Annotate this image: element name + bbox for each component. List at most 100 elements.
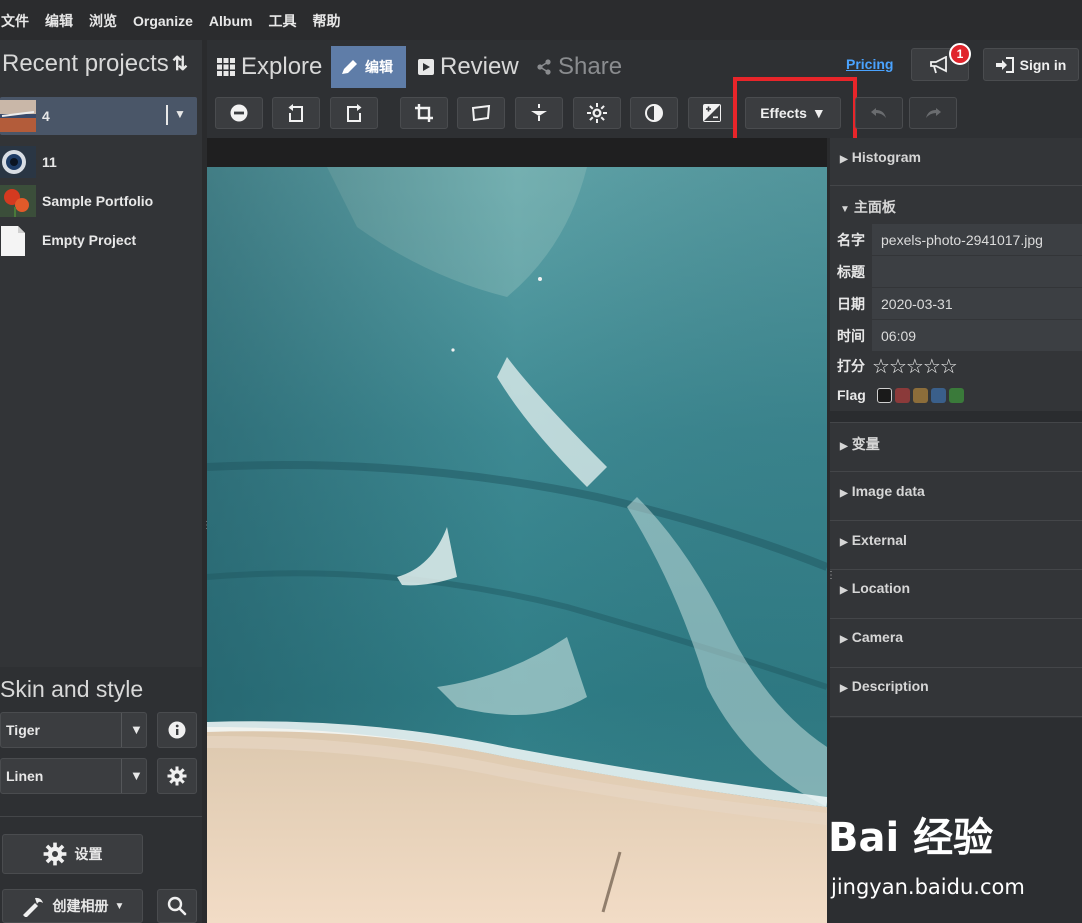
tab-share[interactable]: Share (536, 46, 622, 88)
level-button[interactable] (515, 97, 563, 129)
flag-swatch-3[interactable] (931, 387, 946, 403)
section-camera[interactable]: ▶ Camera (830, 619, 1082, 668)
name-value[interactable]: pexels-photo-2941017.jpg (872, 224, 1082, 255)
triangle-down-icon: ▼ (840, 204, 850, 215)
chevron-down-icon: ▼ (130, 768, 143, 783)
search-button[interactable] (157, 889, 197, 923)
title-value[interactable] (872, 256, 1082, 287)
style-select[interactable]: Linen ▼ (0, 758, 147, 794)
flag-swatch-4[interactable] (949, 387, 964, 403)
field-time: 时间 06:09 (830, 320, 1082, 352)
gear-icon (167, 766, 187, 786)
gear-icon (43, 842, 66, 866)
pricing-link[interactable]: Pricing (846, 56, 893, 72)
triangle-right-icon: ▶ (840, 537, 848, 548)
menu-album[interactable]: Album (201, 0, 261, 28)
magic-wand-icon (22, 897, 43, 917)
menu-file[interactable]: 文件 (0, 0, 37, 28)
share-icon (537, 59, 551, 75)
section-location[interactable]: ▶ Location (830, 570, 1082, 619)
straighten-icon (471, 105, 491, 121)
date-value[interactable]: 2020-03-31 (872, 288, 1082, 319)
rotate-left-button[interactable] (272, 97, 320, 129)
flag-swatch-2[interactable] (913, 387, 928, 403)
chevron-down-icon: ▼ (130, 722, 143, 737)
splitter-handle-icon[interactable]: ⋮ (826, 570, 836, 592)
tab-review[interactable]: Review (418, 46, 519, 88)
star-icon[interactable]: ☆ (872, 356, 890, 378)
time-value[interactable]: 06:09 (872, 320, 1082, 351)
undo-button[interactable] (855, 97, 903, 129)
beach-aerial-photo (207, 167, 827, 923)
rating-stars[interactable]: ☆☆☆☆☆ (872, 354, 958, 379)
annotation-highlight-box (733, 77, 857, 144)
skin-select[interactable]: Tiger ▼ (0, 712, 147, 748)
photo-preview[interactable] (207, 167, 827, 923)
flag-swatch-1[interactable] (895, 387, 910, 403)
viewer-top-strip (207, 138, 827, 167)
star-icon[interactable]: ☆ (889, 356, 907, 378)
flag-swatch-0[interactable] (877, 387, 892, 403)
menu-edit[interactable]: 编辑 (37, 0, 81, 28)
crop-button[interactable] (400, 97, 448, 129)
rotate-right-button[interactable] (330, 97, 378, 129)
section-histogram[interactable]: ▶ Histogram (830, 138, 1082, 186)
section-variables[interactable]: ▶ 变量 (830, 423, 1082, 472)
section-description[interactable]: ▶ Description (830, 668, 1082, 717)
tab-explore[interactable]: Explore (217, 46, 322, 88)
project-name: Empty Project (42, 232, 137, 248)
style-settings-button[interactable] (157, 758, 197, 794)
project-item[interactable]: Empty Project (0, 221, 197, 259)
sign-in-icon (995, 56, 1014, 73)
project-item[interactable]: Sample Portfolio (0, 182, 197, 220)
watermark-url: jingyan.baidu.com (831, 875, 1025, 899)
straighten-button[interactable] (457, 97, 505, 129)
pencil-icon (342, 60, 357, 74)
sort-icon[interactable]: ⇅ (172, 53, 188, 76)
info-icon (168, 721, 186, 739)
rotate-left-icon (288, 104, 303, 122)
field-date: 日期 2020-03-31 (830, 288, 1082, 320)
settings-button[interactable]: 设置 (2, 834, 143, 874)
create-album-button[interactable]: 创建相册 ▼ (2, 889, 143, 923)
triangle-right-icon: ▶ (840, 585, 848, 596)
project-item[interactable]: 11 (0, 143, 197, 181)
star-icon[interactable]: ☆ (923, 356, 941, 378)
menu-tools[interactable]: 工具 (260, 0, 304, 28)
star-icon[interactable]: ☆ (906, 356, 924, 378)
grid-icon (217, 58, 235, 76)
skin-style-title: Skin and style (0, 676, 144, 702)
redo-icon (926, 108, 941, 118)
search-icon (167, 896, 187, 916)
sign-in-button[interactable]: Sign in (983, 48, 1079, 81)
reject-button[interactable] (215, 97, 263, 129)
baidu-watermark: Bai 经验 jingyan.baidu.com (828, 805, 1048, 905)
menu-help[interactable]: 帮助 (304, 0, 348, 28)
exposure-button[interactable] (688, 97, 736, 129)
project-name: Sample Portfolio (42, 193, 154, 209)
section-main-panel[interactable]: ▼ 主面板 (830, 187, 1082, 223)
triangle-right-icon: ▶ (840, 154, 848, 165)
recent-projects-title: Recent projects (2, 50, 169, 77)
flag-swatches (877, 387, 967, 403)
redo-button[interactable] (909, 97, 957, 129)
menu-browse[interactable]: 浏览 (81, 0, 125, 28)
star-icon[interactable]: ☆ (940, 356, 958, 378)
field-title: 标题 (830, 256, 1082, 288)
project-thumbnail (0, 100, 36, 132)
contrast-button[interactable] (630, 97, 678, 129)
section-external[interactable]: ▶ External (830, 521, 1082, 570)
tab-edit[interactable]: 编辑 (331, 46, 406, 88)
project-item[interactable]: 4 ▼ (0, 97, 197, 135)
info-button[interactable] (157, 712, 197, 748)
undo-icon (871, 108, 886, 118)
megaphone-icon (930, 55, 947, 73)
brightness-button[interactable] (573, 97, 621, 129)
exposure-icon (703, 104, 721, 122)
section-image-data[interactable]: ▶ Image data (830, 472, 1082, 521)
menu-organize[interactable]: Organize (125, 0, 201, 28)
sun-icon (587, 103, 607, 123)
empty-document-icon (1, 226, 25, 256)
chevron-down-icon[interactable]: ▼ (174, 107, 186, 121)
notification-badge: 1 (949, 43, 971, 65)
